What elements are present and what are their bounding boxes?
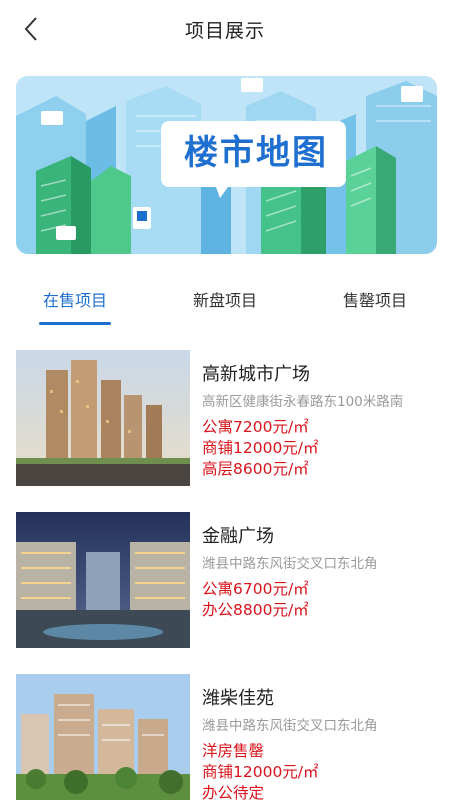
project-photo	[16, 674, 190, 800]
project-price: 办公待定	[202, 784, 265, 800]
project-name: 潍柴佳苑	[202, 688, 274, 709]
tab-new-projects[interactable]: 新盘项目	[150, 282, 300, 328]
chevron-left-icon	[24, 17, 37, 41]
page-title: 项目展示	[184, 19, 265, 42]
project-address: 潍县中路东风街交叉口东北角	[202, 556, 378, 572]
project-list: 高新城市广场 高新区健康街永春路东100米路南 公寓7200元/㎡ 商铺1200…	[0, 350, 450, 800]
project-price: 商铺12000元/㎡	[202, 763, 319, 781]
project-price: 商铺12000元/㎡	[202, 439, 319, 457]
project-photo	[16, 512, 190, 648]
banner-map[interactable]: 楼市地图	[16, 76, 437, 254]
project-price: 公寓7200元/㎡	[202, 418, 309, 436]
project-address: 潍县中路东风街交叉口东北角	[202, 718, 378, 734]
project-price: 高层8600元/㎡	[202, 460, 309, 478]
tab-on-sale[interactable]: 在售项目	[0, 282, 150, 328]
project-tabs: 在售项目 新盘项目 售罄项目	[0, 282, 450, 328]
back-button[interactable]	[14, 12, 48, 46]
tab-sold-out[interactable]: 售罄项目	[300, 282, 450, 328]
project-name: 高新城市广场	[202, 364, 310, 385]
project-price: 公寓6700元/㎡	[202, 580, 309, 598]
project-card-1[interactable]: 高新城市广场 高新区健康街永春路东100米路南 公寓7200元/㎡ 商铺1200…	[0, 350, 450, 512]
project-price: 洋房售罄	[202, 742, 265, 760]
project-price: 办公8800元/㎡	[202, 601, 309, 619]
project-card-3[interactable]: 潍柴佳苑 潍县中路东风街交叉口东北角 洋房售罄 商铺12000元/㎡ 办公待定	[0, 674, 450, 800]
project-address: 高新区健康街永春路东100米路南	[202, 394, 404, 410]
banner-title: 楼市地图	[184, 132, 328, 173]
project-card-2[interactable]: 金融广场 潍县中路东风街交叉口东北角 公寓6700元/㎡ 办公8800元/㎡	[0, 512, 450, 674]
project-photo	[16, 350, 190, 486]
project-name: 金融广场	[202, 526, 274, 547]
top-navbar: 项目展示	[0, 0, 450, 58]
